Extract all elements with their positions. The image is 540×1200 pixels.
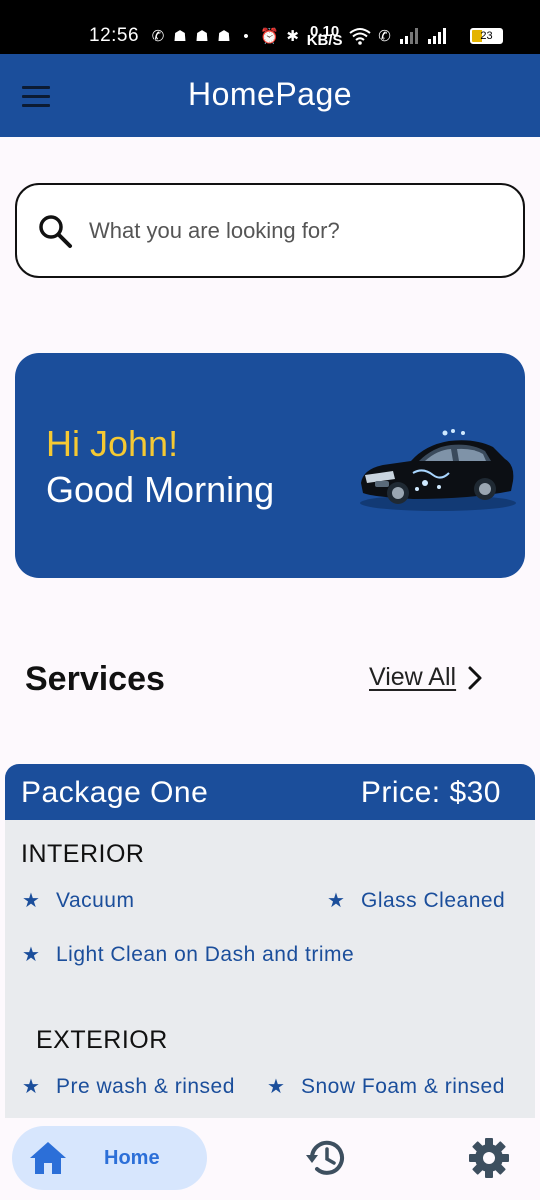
search-bar[interactable] — [15, 183, 525, 278]
search-input[interactable] — [89, 211, 509, 251]
package-name: Package One — [21, 776, 209, 809]
status-time: 12:56 — [89, 25, 140, 46]
feature-label: Light Clean on Dash and trime — [56, 942, 355, 966]
list-item: ★ Light Clean on Dash and trime — [22, 942, 354, 967]
call-icon: ✆ — [378, 28, 391, 45]
signal-icon — [399, 26, 421, 46]
chevron-right-icon — [468, 666, 482, 689]
status-bar: 12:56 ✆ ☗ ☗ ☗ • ⏰ ✱ 0.10 KB/S ✆ 23 — [0, 0, 540, 54]
dot-icon: • — [243, 27, 249, 45]
star-icon: ★ — [22, 890, 41, 912]
alarm-icon: ⏰ — [260, 28, 279, 45]
snapchat-icon: ☗ — [173, 28, 187, 45]
list-item: ★ Glass Cleaned — [327, 888, 505, 913]
feature-label: Glass Cleaned — [361, 888, 506, 912]
signal-icon — [427, 26, 449, 46]
home-icon — [30, 1142, 66, 1174]
nav-home-button[interactable]: Home — [12, 1126, 207, 1190]
car-image — [360, 429, 516, 511]
greeting-message: Good Morning — [46, 469, 275, 510]
feature-label: Vacuum — [56, 888, 135, 912]
whatsapp-icon: ✆ — [151, 28, 165, 45]
network-speed-unit: KB/S — [306, 32, 343, 49]
list-item: ★ Pre wash & rinsed — [22, 1074, 235, 1099]
exterior-heading: EXTERIOR — [36, 1026, 168, 1054]
gear-icon[interactable] — [466, 1135, 512, 1181]
services-heading: Services — [25, 660, 165, 698]
star-icon: ★ — [267, 1076, 286, 1098]
view-all-label: View All — [369, 663, 457, 691]
network-speed: 0.10 KB/S — [306, 24, 343, 49]
star-icon: ★ — [22, 1076, 41, 1098]
list-item: ★ Vacuum — [22, 888, 134, 913]
package-header: Package One Price: $30 — [5, 764, 535, 820]
list-item: ★ Snow Foam & rinsed — [267, 1074, 505, 1099]
battery-indicator: 23 — [470, 28, 503, 44]
star-icon: ★ — [22, 944, 41, 966]
wifi-icon — [348, 26, 371, 46]
package-price: Price: $30 — [360, 776, 501, 809]
package-card[interactable]: Package One Price: $30 INTERIOR ★ Vacuum… — [5, 764, 535, 1124]
snapchat-icon: ☗ — [217, 28, 231, 45]
search-icon — [39, 215, 72, 248]
app-bar: HomePage — [0, 54, 540, 137]
page-title: HomePage — [187, 76, 353, 112]
snapchat-icon: ☗ — [195, 28, 209, 45]
greeting-card: Hi John! Good Morning — [15, 353, 525, 578]
greeting-name: Hi John! — [46, 423, 179, 464]
feature-label: Snow Foam & rinsed — [301, 1074, 505, 1098]
history-icon[interactable] — [304, 1135, 350, 1181]
feature-label: Pre wash & rinsed — [56, 1074, 235, 1098]
bluetooth-icon: ✱ — [286, 28, 299, 45]
status-icons: ✆ ☗ ☗ ☗ • ⏰ ✱ 0.10 KB/S ✆ — [150, 23, 449, 49]
interior-heading: INTERIOR — [21, 840, 145, 868]
view-all-link[interactable]: View All — [369, 663, 486, 692]
bottom-navigation: Home — [0, 1118, 540, 1200]
nav-home-label: Home — [104, 1147, 160, 1169]
star-icon: ★ — [327, 890, 346, 912]
